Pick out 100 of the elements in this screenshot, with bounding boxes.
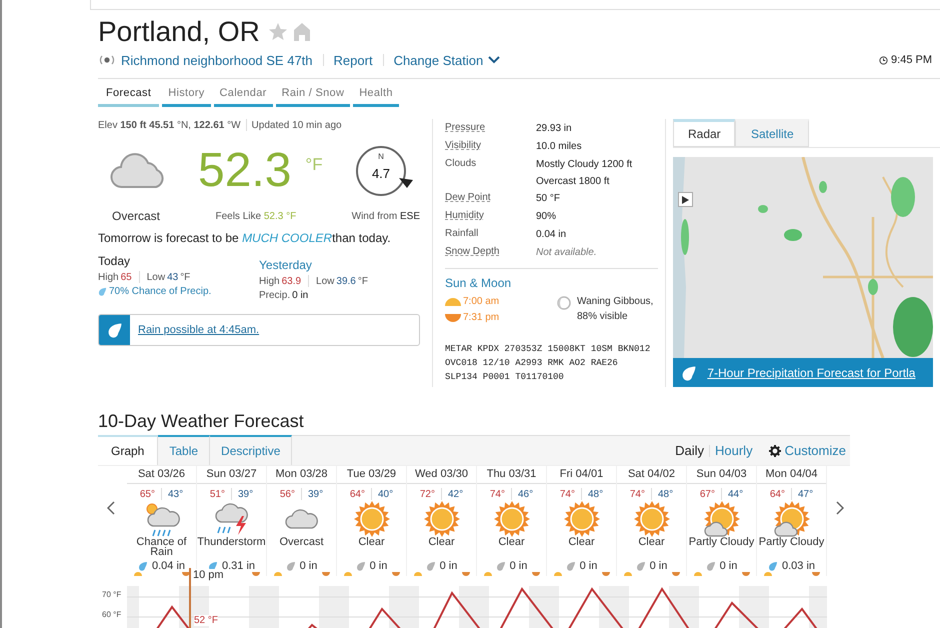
- map-tab[interactable]: Radar: [673, 119, 736, 147]
- low-temp: 48°: [658, 488, 674, 500]
- high-temp: 74°: [630, 488, 645, 500]
- sunset-icon: [742, 572, 750, 576]
- high-label: High: [259, 276, 280, 286]
- day-condition: Clear: [637, 537, 666, 550]
- nav-tab[interactable]: History: [162, 85, 211, 107]
- sunrise-time: 7:00 am: [463, 295, 500, 309]
- low-value: 39.6: [336, 276, 356, 286]
- view-mode-link[interactable]: Hourly: [715, 443, 753, 458]
- day-date: Sun 03/27: [197, 466, 266, 484]
- sunset-icon: [322, 572, 330, 576]
- condition-value: Not available.: [536, 246, 597, 260]
- metar-line: OVC018 12/10 A2993 RMK AO2 RAE26: [445, 357, 619, 370]
- play-icon: [682, 196, 690, 204]
- nav-tab[interactable]: Rain / Snow: [276, 85, 350, 107]
- nav-tab[interactable]: Forecast: [98, 85, 160, 107]
- view-mode-link[interactable]: Daily: [675, 443, 704, 458]
- view-tab[interactable]: Descriptive: [210, 435, 292, 465]
- temperature-value: 52.3: [198, 147, 292, 195]
- precip-amount: 0 in: [440, 560, 458, 572]
- rain-alert-link[interactable]: Rain possible at 4:45am.: [138, 324, 260, 336]
- customize-link[interactable]: Customize: [784, 443, 846, 458]
- condition-label: Visibility: [445, 139, 482, 153]
- compass-north-label: N: [378, 152, 384, 161]
- sunrise-icon: [414, 572, 422, 576]
- condition-value: Mostly Cloudy 1200 ft: [536, 158, 632, 172]
- view-tab[interactable]: Table: [158, 435, 210, 465]
- day-date: Tue 03/29: [337, 466, 406, 484]
- wind-direction: ESE: [400, 210, 420, 222]
- low-temp: 40°: [378, 488, 394, 500]
- sun-icon: [634, 500, 670, 536]
- precip-label: Precip.: [259, 290, 290, 301]
- moon-phase-text: Waning Gibbous,: [577, 295, 654, 309]
- low-label: Low: [316, 276, 334, 286]
- sunrise-icon: [624, 572, 632, 576]
- raindrop-icon: [681, 364, 698, 380]
- condition-value: 50 °F: [536, 192, 560, 206]
- precip-amount: 0.04 in: [152, 560, 186, 572]
- sun-icon: [354, 500, 390, 536]
- condition-value: 0.04 in: [536, 228, 566, 242]
- condition-value: Overcast 1800 ft: [536, 175, 610, 189]
- high-value: 63.9: [282, 276, 302, 286]
- sunrise-icon: [344, 572, 352, 576]
- sunset-icon: [182, 572, 190, 576]
- sunrise-icon: [554, 572, 562, 576]
- outlook-highlight: MUCH COOLER: [242, 231, 332, 245]
- nav-tab[interactable]: Calendar: [214, 85, 273, 107]
- axis-label: 70 °F: [102, 589, 122, 601]
- night-shading: [127, 586, 139, 628]
- outlook-text: Tomorrow is forecast to be: [98, 231, 239, 245]
- precip-value: 0 in: [292, 290, 308, 301]
- sunrise-icon: [484, 572, 492, 576]
- sunset-icon: [602, 572, 610, 576]
- precip-amount: 0 in: [300, 560, 318, 572]
- sunset-icon: [672, 572, 680, 576]
- play-button[interactable]: [678, 192, 694, 207]
- change-station-link[interactable]: Change Station: [394, 52, 484, 68]
- sunset-time: 7:31 pm: [463, 311, 500, 325]
- high-temp: 51°: [210, 488, 225, 500]
- precip-amount: 0.03 in: [782, 560, 816, 572]
- feels-like-label: Feels Like: [215, 210, 262, 222]
- day-condition: Clear: [497, 537, 526, 550]
- sunset-icon: [392, 572, 400, 576]
- cloud-icon: [284, 508, 318, 530]
- day-condition: Clear: [567, 537, 596, 550]
- high-temp: 74°: [490, 488, 505, 500]
- day-date: Sat 03/26: [127, 466, 196, 484]
- high-label: High: [98, 272, 119, 282]
- day-date: Mon 03/28: [267, 466, 336, 484]
- report-link[interactable]: Report: [334, 52, 373, 68]
- nav-tab[interactable]: Health: [353, 85, 399, 107]
- settings-icon[interactable]: [768, 444, 781, 456]
- condition-label: Humidity: [445, 209, 485, 223]
- city-title: Portland, OR: [98, 16, 260, 48]
- high-temp: 74°: [560, 488, 575, 500]
- map-tab[interactable]: Satellite: [735, 119, 810, 147]
- low-value: 43: [167, 272, 178, 282]
- low-temp: 39°: [238, 488, 254, 500]
- sunrise-icon: [764, 572, 772, 576]
- day-condition: Partly Cloudy: [688, 537, 756, 550]
- condition-label: Snow Depth: [445, 245, 500, 259]
- wind-speed: 4.7: [372, 166, 390, 180]
- high-temp: 56°: [280, 488, 295, 500]
- current-time-line: [189, 568, 191, 628]
- low-temp: 46°: [518, 488, 534, 500]
- star-icon[interactable]: [268, 22, 288, 42]
- day-date: Thu 03/31: [477, 466, 546, 484]
- chevron-down-icon[interactable]: [488, 56, 500, 64]
- station-link[interactable]: Richmond neighborhood SE 47th: [121, 52, 313, 68]
- sun-icon: [564, 500, 600, 536]
- sunrise-icon: [274, 572, 282, 576]
- day-date: Fri 04/01: [547, 466, 616, 484]
- yesterday-link[interactable]: Yesterday: [259, 258, 420, 272]
- precip-forecast-link[interactable]: 7-Hour Precipitation Forecast for Portla: [707, 366, 916, 380]
- sunrise-icon: [134, 572, 142, 576]
- view-tab[interactable]: Graph: [98, 435, 158, 465]
- current-time-label: 10 pm: [193, 569, 224, 581]
- condition-value: 29.93 in: [536, 122, 572, 136]
- precip-amount: 0 in: [580, 560, 598, 572]
